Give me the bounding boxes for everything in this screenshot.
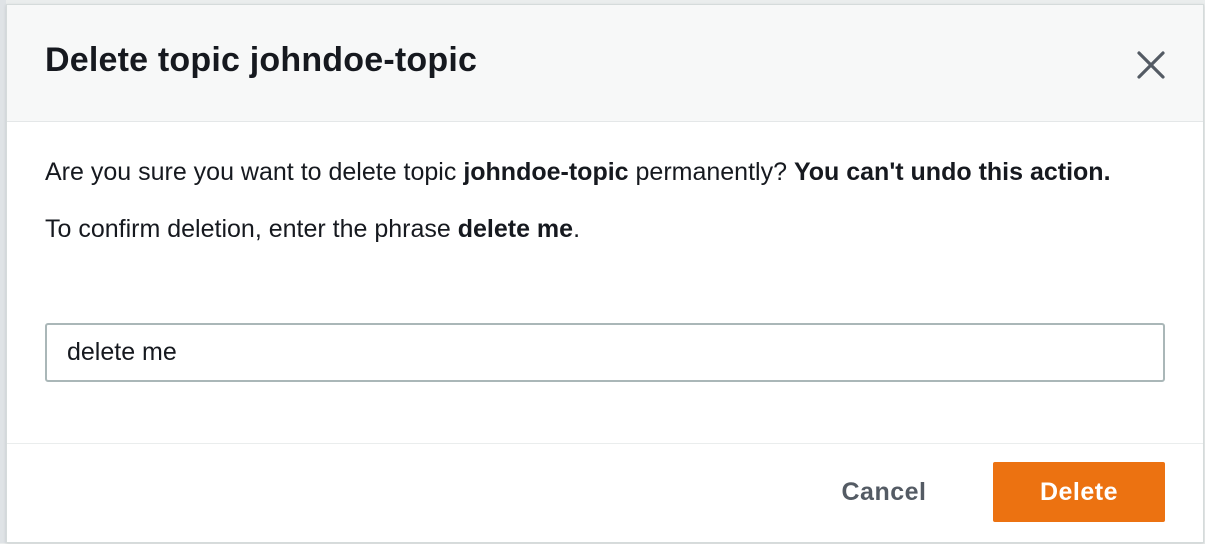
confirm-suffix: . bbox=[573, 215, 581, 243]
close-button[interactable] bbox=[1131, 45, 1171, 85]
dialog-header: Delete topic johndoe-topic bbox=[7, 5, 1203, 122]
undo-warning: You can't undo this action. bbox=[793, 158, 1111, 186]
warning-prefix: Are you sure you want to delete topic bbox=[45, 158, 464, 186]
close-icon bbox=[1137, 51, 1165, 79]
topic-name: johndoe-topic bbox=[463, 158, 629, 186]
delete-topic-dialog: Delete topic johndoe-topic Are you sure … bbox=[6, 4, 1204, 543]
confirm-instructions: To confirm deletion, enter the phrase de… bbox=[45, 209, 1165, 250]
warning-middle: permanently? bbox=[628, 158, 794, 186]
dialog-footer: Cancel Delete bbox=[7, 444, 1203, 544]
delete-button[interactable]: Delete bbox=[993, 462, 1165, 522]
confirm-prefix: To confirm deletion, enter the phrase bbox=[45, 215, 458, 243]
confirm-phrase-input[interactable] bbox=[45, 323, 1165, 382]
dialog-title: Delete topic johndoe-topic bbox=[45, 41, 478, 79]
confirm-phrase: delete me bbox=[457, 215, 574, 243]
dialog-body: Are you sure you want to delete topic jo… bbox=[7, 122, 1203, 444]
delete-warning: Are you sure you want to delete topic jo… bbox=[45, 152, 1165, 193]
cancel-button[interactable]: Cancel bbox=[819, 462, 949, 522]
